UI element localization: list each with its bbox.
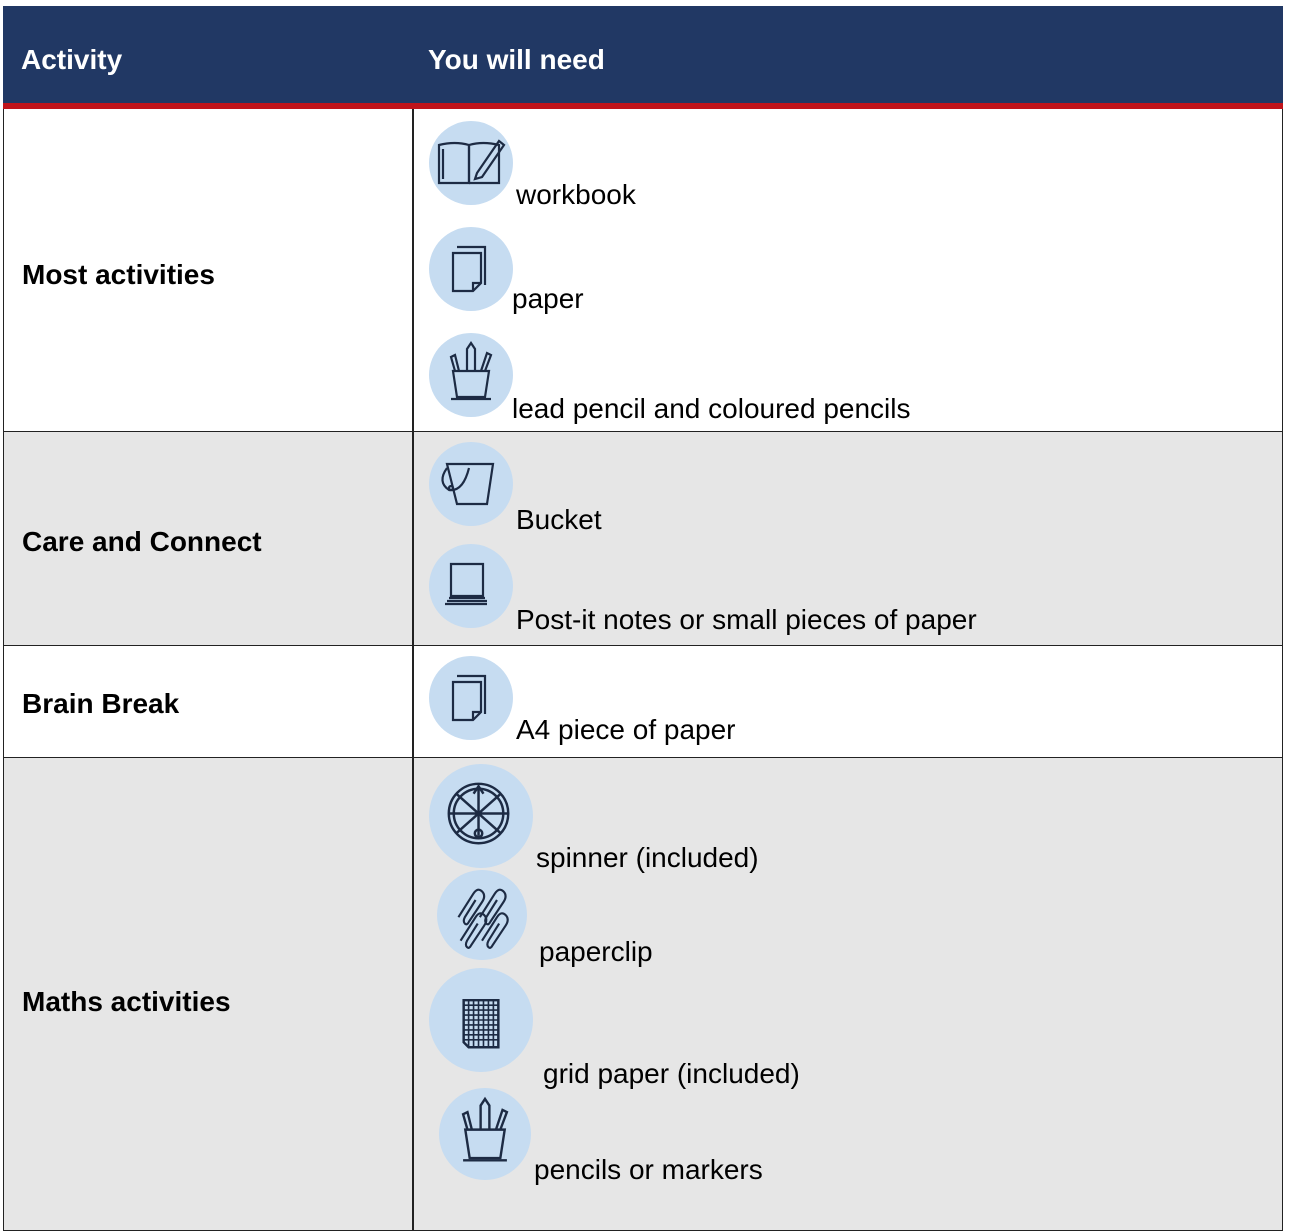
paperclip-icon (437, 870, 527, 960)
spinner-icon (429, 764, 533, 868)
table-row: Maths activities spinner (included) pape… (3, 758, 1283, 1231)
row-label: Brain Break (22, 688, 180, 719)
row-label: Maths activities (22, 986, 231, 1017)
row-label: Care and Connect (22, 526, 262, 557)
item-text: Bucket (516, 504, 602, 535)
item-text: grid paper (included) (543, 1058, 800, 1089)
header-you-will-need: You will need (428, 44, 605, 75)
column-divider (412, 758, 414, 1230)
bucket-icon (429, 442, 513, 526)
pencil-cup-icon (429, 333, 513, 417)
workbook-icon (429, 121, 513, 205)
item-text: paperclip (539, 936, 653, 967)
header-activity: Activity (21, 44, 123, 75)
table-row: Brain Break A4 piece of paper (3, 646, 1283, 758)
row-label: Most activities (22, 259, 215, 290)
table-header: Activity You will need (3, 6, 1283, 109)
pencil-cup-icon (439, 1088, 531, 1180)
item-text: A4 piece of paper (516, 714, 736, 745)
post-it-notes-icon (429, 544, 513, 628)
item-text: Post-it notes or small pieces of paper (516, 604, 977, 635)
column-divider (412, 109, 414, 431)
column-divider (412, 432, 414, 645)
table-row: Care and Connect Bucket Post-it notes or… (3, 432, 1283, 646)
item-text: workbook (516, 179, 636, 210)
item-text: spinner (included) (536, 842, 759, 873)
item-text: paper (512, 283, 584, 314)
paper-icon (429, 656, 513, 740)
item-text: pencils or markers (534, 1154, 763, 1185)
table-row: Most activities workbook paper lead penc… (3, 109, 1283, 432)
column-divider (412, 646, 414, 757)
paper-icon (429, 227, 513, 311)
equipment-table: Activity You will need Most activities w… (3, 6, 1283, 1231)
item-text: lead pencil and coloured pencils (512, 393, 911, 424)
grid-paper-icon (429, 968, 533, 1072)
